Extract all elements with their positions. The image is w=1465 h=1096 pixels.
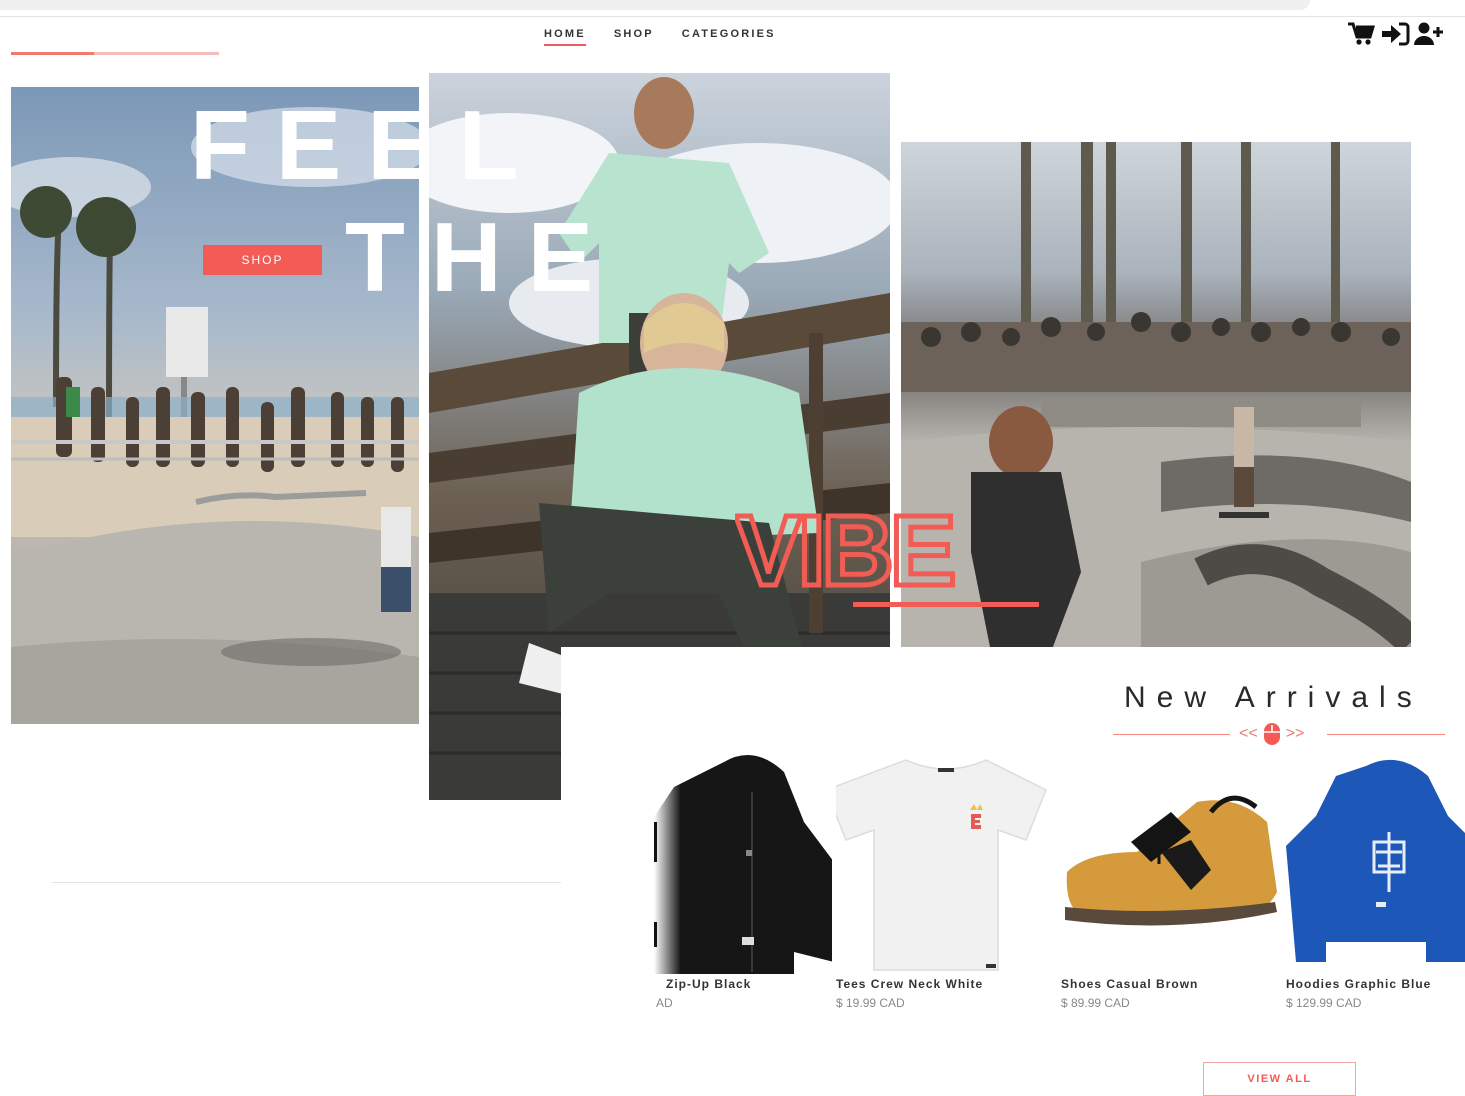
product-image	[1065, 795, 1277, 926]
deco-line-right	[1327, 734, 1445, 735]
add-user-icon[interactable]	[1414, 20, 1444, 48]
hero-shop-button[interactable]: SHOP	[203, 245, 322, 275]
section-divider	[52, 882, 561, 883]
cart-icon[interactable]	[1346, 20, 1376, 48]
header-actions	[1346, 20, 1444, 48]
product-image	[836, 759, 1047, 971]
product-price: $ 129.99 CAD	[1286, 996, 1362, 1010]
carousel-nav: << >>	[1239, 722, 1304, 746]
product-image	[1286, 760, 1465, 962]
product-name: Shoes Casual Brown	[1061, 977, 1199, 991]
nav-home[interactable]: HOME	[544, 28, 586, 46]
hero-slide-progress	[11, 52, 219, 55]
product-card[interactable]: Zip-Up Black AD	[654, 752, 832, 1012]
product-price: AD	[656, 996, 673, 1010]
sign-in-icon[interactable]	[1380, 20, 1410, 48]
vibe-underline	[853, 602, 1039, 607]
product-name: Hoodies Graphic Blue	[1286, 977, 1432, 991]
mouse-icon	[1263, 723, 1280, 745]
product-card[interactable]: Hoodies Graphic Blue $ 129.99 CAD	[1286, 752, 1465, 1014]
product-image	[654, 752, 832, 974]
header-divider	[0, 16, 1465, 17]
hero-title-line2: THE	[345, 202, 619, 312]
browser-scroll-strip	[0, 0, 1310, 10]
product-name: Tees Crew Neck White	[836, 977, 984, 991]
product-card[interactable]: Shoes Casual Brown $ 89.99 CAD	[1061, 752, 1281, 1014]
nav-categories[interactable]: CATEGORIES	[682, 28, 776, 46]
carousel-next-button[interactable]: >>	[1286, 725, 1305, 743]
product-price: $ 89.99 CAD	[1061, 996, 1130, 1010]
arrivals-carousel-control: << >>	[1113, 720, 1445, 750]
carousel-prev-button[interactable]: <<	[1239, 725, 1258, 743]
new-arrivals-title: New Arrivals	[1124, 681, 1423, 714]
nav-shop[interactable]: SHOP	[614, 28, 654, 46]
hero-slide-progress-fill	[11, 52, 95, 55]
product-price: $ 19.99 CAD	[836, 996, 905, 1010]
product-card[interactable]: Tees Crew Neck White $ 19.99 CAD	[836, 752, 1056, 1014]
main-nav: HOME SHOP CATEGORIES	[544, 28, 776, 46]
hero-title-line3: VIBE	[735, 497, 953, 597]
hero-title-line1: FEEL	[190, 90, 545, 200]
product-name: Zip-Up Black	[666, 977, 752, 991]
view-all-button[interactable]: VIEW ALL	[1203, 1062, 1356, 1096]
hero-vibe-title: VIBE	[735, 497, 959, 597]
deco-line-left	[1113, 734, 1230, 735]
